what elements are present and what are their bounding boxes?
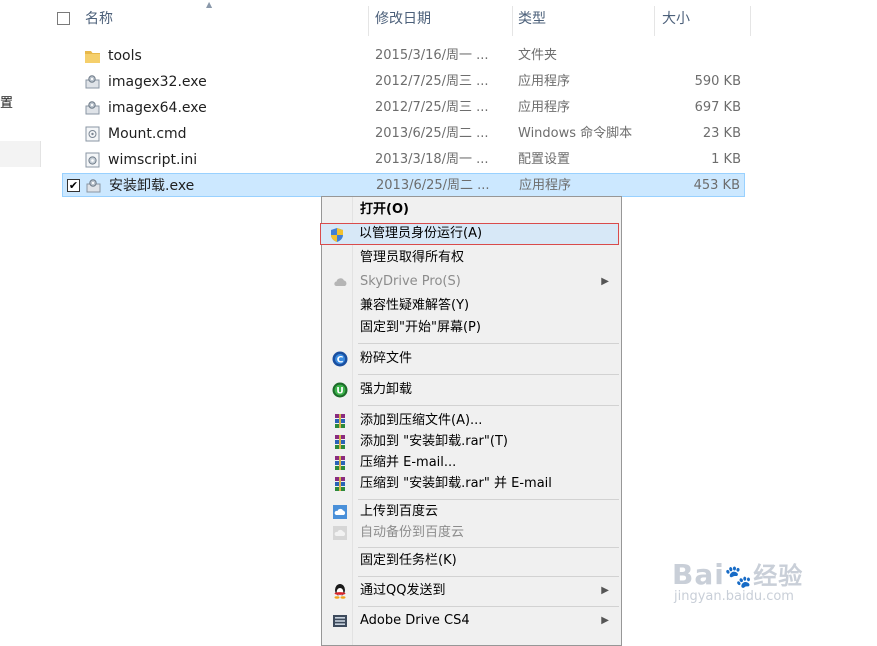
column-header-date[interactable]: 修改日期 [375, 0, 431, 38]
file-row[interactable]: Mount.cmd 2013/6/25/周二 ... Windows 命令脚本 … [62, 122, 745, 146]
menu-item-add-to-rar[interactable]: 添加到 "安装卸载.rar"(T) [324, 431, 619, 453]
row-checkbox[interactable]: ✔ [67, 179, 80, 192]
file-type: Windows 命令脚本 [518, 126, 633, 141]
file-type: 应用程序 [518, 74, 571, 89]
file-name: 安装卸载.exe [109, 178, 195, 194]
baidu-cloud-icon [333, 505, 347, 519]
menu-separator [358, 499, 619, 500]
column-divider[interactable] [654, 6, 655, 36]
watermark-url: jingyan.baidu.com [674, 589, 794, 604]
submenu-arrow-icon: ▶ [601, 585, 609, 596]
file-row[interactable]: wimscript.ini 2013/3/18/周一 ... 配置设置 1 KB [62, 148, 745, 172]
file-row[interactable]: tools 2015/3/16/周一 ... 文件夹 [62, 44, 745, 68]
nav-pane-text: 置 [0, 96, 14, 111]
uac-shield-icon [331, 228, 343, 242]
file-size: 23 KB [702, 126, 741, 141]
file-date: 2013/3/18/周一 ... [375, 152, 489, 167]
svg-text:U: U [336, 387, 343, 397]
file-name: Mount.cmd [108, 126, 187, 142]
shred-icon: C [332, 351, 348, 367]
file-type: 文件夹 [518, 48, 558, 63]
menu-item-pin-taskbar[interactable]: 固定到任务栏(K) [324, 550, 619, 572]
svg-text:C: C [337, 356, 344, 366]
menu-item-take-ownership[interactable]: 管理员取得所有权 [324, 247, 619, 269]
qq-penguin-icon [334, 584, 346, 599]
file-date: 2013/6/25/周二 ... [375, 126, 489, 141]
watermark-logo-cn: 经验 [753, 562, 804, 590]
cloud-icon [334, 278, 347, 286]
menu-item-skydrive[interactable]: SkyDrive Pro(S) ▶ [324, 271, 619, 293]
uninstall-icon: U [332, 382, 348, 398]
menu-item-compress-rar-email[interactable]: 压缩到 "安装卸载.rar" 并 E-mail [324, 473, 619, 495]
menu-item-adobe-drive[interactable]: Adobe Drive CS4 ▶ [324, 610, 619, 632]
submenu-arrow-icon: ▶ [601, 615, 609, 626]
file-type: 应用程序 [519, 178, 572, 193]
file-size: 697 KB [694, 100, 741, 115]
file-date: 2013/6/25/周二 ... [376, 178, 490, 193]
menu-item-force-uninstall[interactable]: U 强力卸载 [324, 379, 619, 401]
column-header-bar: ▲ 名称 修改日期 类型 大小 [0, 0, 877, 38]
column-divider[interactable] [368, 6, 369, 36]
file-date: 2015/3/16/周一 ... [375, 48, 489, 63]
adobe-drive-icon [333, 615, 347, 627]
column-header-size[interactable]: 大小 [662, 0, 690, 38]
file-size: 590 KB [694, 74, 741, 89]
file-row[interactable]: imagex64.exe 2012/7/25/周三 ... 应用程序 697 K… [62, 96, 745, 120]
winrar-icon [335, 414, 345, 428]
nav-pane-item[interactable] [0, 141, 41, 167]
menu-item-add-to-archive[interactable]: 添加到压缩文件(A)... [324, 410, 619, 432]
column-divider[interactable] [512, 6, 513, 36]
menu-item-compatibility[interactable]: 兼容性疑难解答(Y) [324, 295, 619, 317]
menu-item-auto-backup-baidu[interactable]: 自动备份到百度云 [324, 522, 619, 544]
menu-item-send-qq[interactable]: 通过QQ发送到 ▶ [324, 580, 619, 602]
exe-icon [86, 179, 101, 193]
menu-item-pin-start[interactable]: 固定到"开始"屏幕(P) [324, 317, 619, 339]
file-date: 2012/7/25/周三 ... [375, 74, 489, 89]
file-name: tools [108, 48, 142, 64]
winrar-icon [335, 477, 345, 491]
menu-item-upload-baidu[interactable]: 上传到百度云 [324, 501, 619, 523]
column-header-name[interactable]: 名称 [85, 0, 113, 38]
folder-icon [85, 51, 100, 63]
select-all-checkbox[interactable] [57, 12, 70, 25]
file-name: wimscript.ini [108, 152, 198, 168]
file-name: imagex64.exe [108, 100, 207, 116]
menu-separator [358, 374, 619, 375]
ini-icon [85, 152, 100, 168]
submenu-arrow-icon: ▶ [601, 276, 609, 287]
file-row-selected[interactable]: ✔ 安装卸载.exe 2013/6/25/周二 ... 应用程序 453 KB [62, 173, 745, 197]
exe-icon [85, 75, 100, 89]
sort-up-icon: ▲ [206, 0, 213, 9]
winrar-icon [335, 435, 345, 449]
winrar-icon [335, 456, 345, 470]
file-type: 配置设置 [518, 152, 571, 167]
file-size: 453 KB [693, 178, 740, 193]
menu-item-run-as-admin[interactable]: 以管理员身份运行(A) [320, 223, 619, 245]
menu-item-shred-file[interactable]: C 粉碎文件 [324, 348, 619, 370]
column-divider[interactable] [750, 6, 751, 36]
column-header-type[interactable]: 类型 [518, 0, 546, 38]
menu-separator [358, 576, 619, 577]
menu-item-open[interactable]: 打开(O) [324, 199, 619, 221]
cmd-icon [85, 126, 100, 142]
menu-separator [358, 343, 619, 344]
exe-icon [85, 101, 100, 115]
baidu-jingyan-watermark: Bai🐾经验 jingyan.baidu.com [672, 556, 803, 604]
context-menu: 打开(O) 以管理员身份运行(A) 管理员取得所有权 SkyDrive Pro(… [320, 196, 622, 646]
file-name: imagex32.exe [108, 74, 207, 90]
file-date: 2012/7/25/周三 ... [375, 100, 489, 115]
backup-icon [333, 526, 347, 540]
menu-separator [358, 405, 619, 406]
file-type: 应用程序 [518, 100, 571, 115]
menu-separator [358, 606, 619, 607]
file-size: 1 KB [711, 152, 741, 167]
file-row[interactable]: imagex32.exe 2012/7/25/周三 ... 应用程序 590 K… [62, 70, 745, 94]
watermark-logo: Bai🐾经验 [672, 558, 804, 591]
menu-item-compress-email[interactable]: 压缩并 E-mail... [324, 452, 619, 474]
menu-separator [358, 547, 619, 548]
